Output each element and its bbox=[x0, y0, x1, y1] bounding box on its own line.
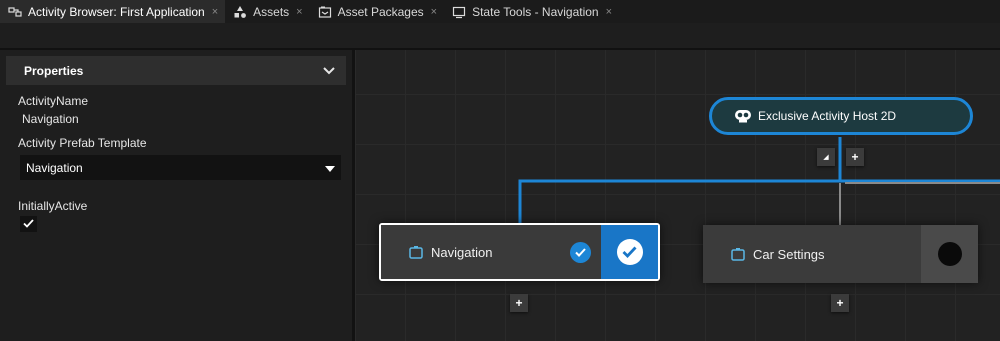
checkmark-icon bbox=[23, 215, 34, 233]
tab-asset-packages[interactable]: Asset Packages × bbox=[310, 0, 444, 23]
properties-header[interactable]: Properties bbox=[6, 56, 346, 85]
activity-host-icon bbox=[734, 109, 752, 123]
inactive-state-toggle[interactable] bbox=[921, 225, 978, 283]
close-icon[interactable]: × bbox=[212, 6, 218, 18]
assets-icon bbox=[233, 5, 247, 19]
car-settings-add-child-button[interactable]: + bbox=[831, 294, 849, 312]
node-label: Car Settings bbox=[753, 246, 825, 262]
document-tab-bar: Activity Browser: First Application × As… bbox=[0, 0, 1000, 23]
host-add-child-button[interactable]: + bbox=[846, 148, 864, 166]
tab-label: Asset Packages bbox=[337, 4, 424, 19]
activity-browser-icon bbox=[8, 5, 22, 19]
activity-node-car-settings[interactable]: Car Settings bbox=[703, 225, 978, 283]
chevron-down-icon[interactable] bbox=[322, 64, 336, 78]
inactive-radio-icon bbox=[937, 242, 962, 266]
tab-assets[interactable]: Assets × bbox=[225, 0, 309, 23]
tab-label: State Tools - Navigation bbox=[472, 4, 599, 19]
node-body: Navigation bbox=[381, 225, 601, 279]
close-icon[interactable]: × bbox=[431, 6, 437, 18]
toolbar-strip bbox=[0, 23, 1000, 49]
initially-active-label: InitiallyActive bbox=[18, 199, 88, 213]
active-check-icon bbox=[616, 239, 643, 265]
activity-icon bbox=[409, 245, 423, 259]
connection-wires bbox=[518, 137, 1000, 225]
dropdown-arrow-icon bbox=[325, 161, 335, 175]
tab-activity-browser[interactable]: Activity Browser: First Application × bbox=[0, 0, 226, 23]
navigation-add-child-button[interactable]: + bbox=[510, 294, 528, 312]
node-label: Navigation bbox=[431, 244, 493, 260]
exclusive-activity-host-node[interactable]: Exclusive Activity Host 2D bbox=[709, 97, 973, 135]
close-icon[interactable]: × bbox=[606, 6, 612, 18]
collapse-button[interactable]: ◢ bbox=[817, 148, 835, 166]
tab-state-tools[interactable]: State Tools - Navigation × bbox=[444, 0, 619, 23]
collapse-icon: ◢ bbox=[823, 154, 829, 161]
activity-name-label: ActivityName bbox=[18, 94, 89, 108]
activity-icon bbox=[731, 247, 745, 261]
plus-icon: + bbox=[851, 150, 859, 164]
close-icon[interactable]: × bbox=[296, 6, 302, 18]
properties-title: Properties bbox=[24, 63, 84, 78]
node-body: Car Settings bbox=[703, 225, 921, 283]
asset-packages-icon bbox=[318, 5, 332, 19]
plus-icon: + bbox=[515, 296, 523, 310]
host-node-label: Exclusive Activity Host 2D bbox=[758, 109, 897, 123]
prefab-template-dropdown[interactable]: Navigation bbox=[20, 155, 341, 180]
state-tools-icon bbox=[452, 5, 466, 19]
selected-check-icon bbox=[570, 241, 591, 263]
tab-label: Activity Browser: First Application bbox=[28, 4, 205, 19]
active-state-toggle[interactable] bbox=[601, 225, 658, 279]
activity-name-value[interactable]: Navigation bbox=[22, 112, 79, 126]
prefab-template-label: Activity Prefab Template bbox=[18, 136, 147, 150]
tab-label: Assets bbox=[253, 4, 290, 19]
plus-icon: + bbox=[836, 296, 844, 310]
initially-active-checkbox[interactable] bbox=[20, 216, 37, 232]
prefab-template-value: Navigation bbox=[26, 160, 83, 175]
activity-node-navigation[interactable]: Navigation bbox=[379, 223, 660, 281]
graph-canvas[interactable]: Exclusive Activity Host 2D ◢ + Navigatio… bbox=[355, 50, 1000, 341]
wire-to-navigation bbox=[518, 137, 842, 223]
properties-panel: Properties ActivityName Navigation Activ… bbox=[0, 50, 352, 341]
